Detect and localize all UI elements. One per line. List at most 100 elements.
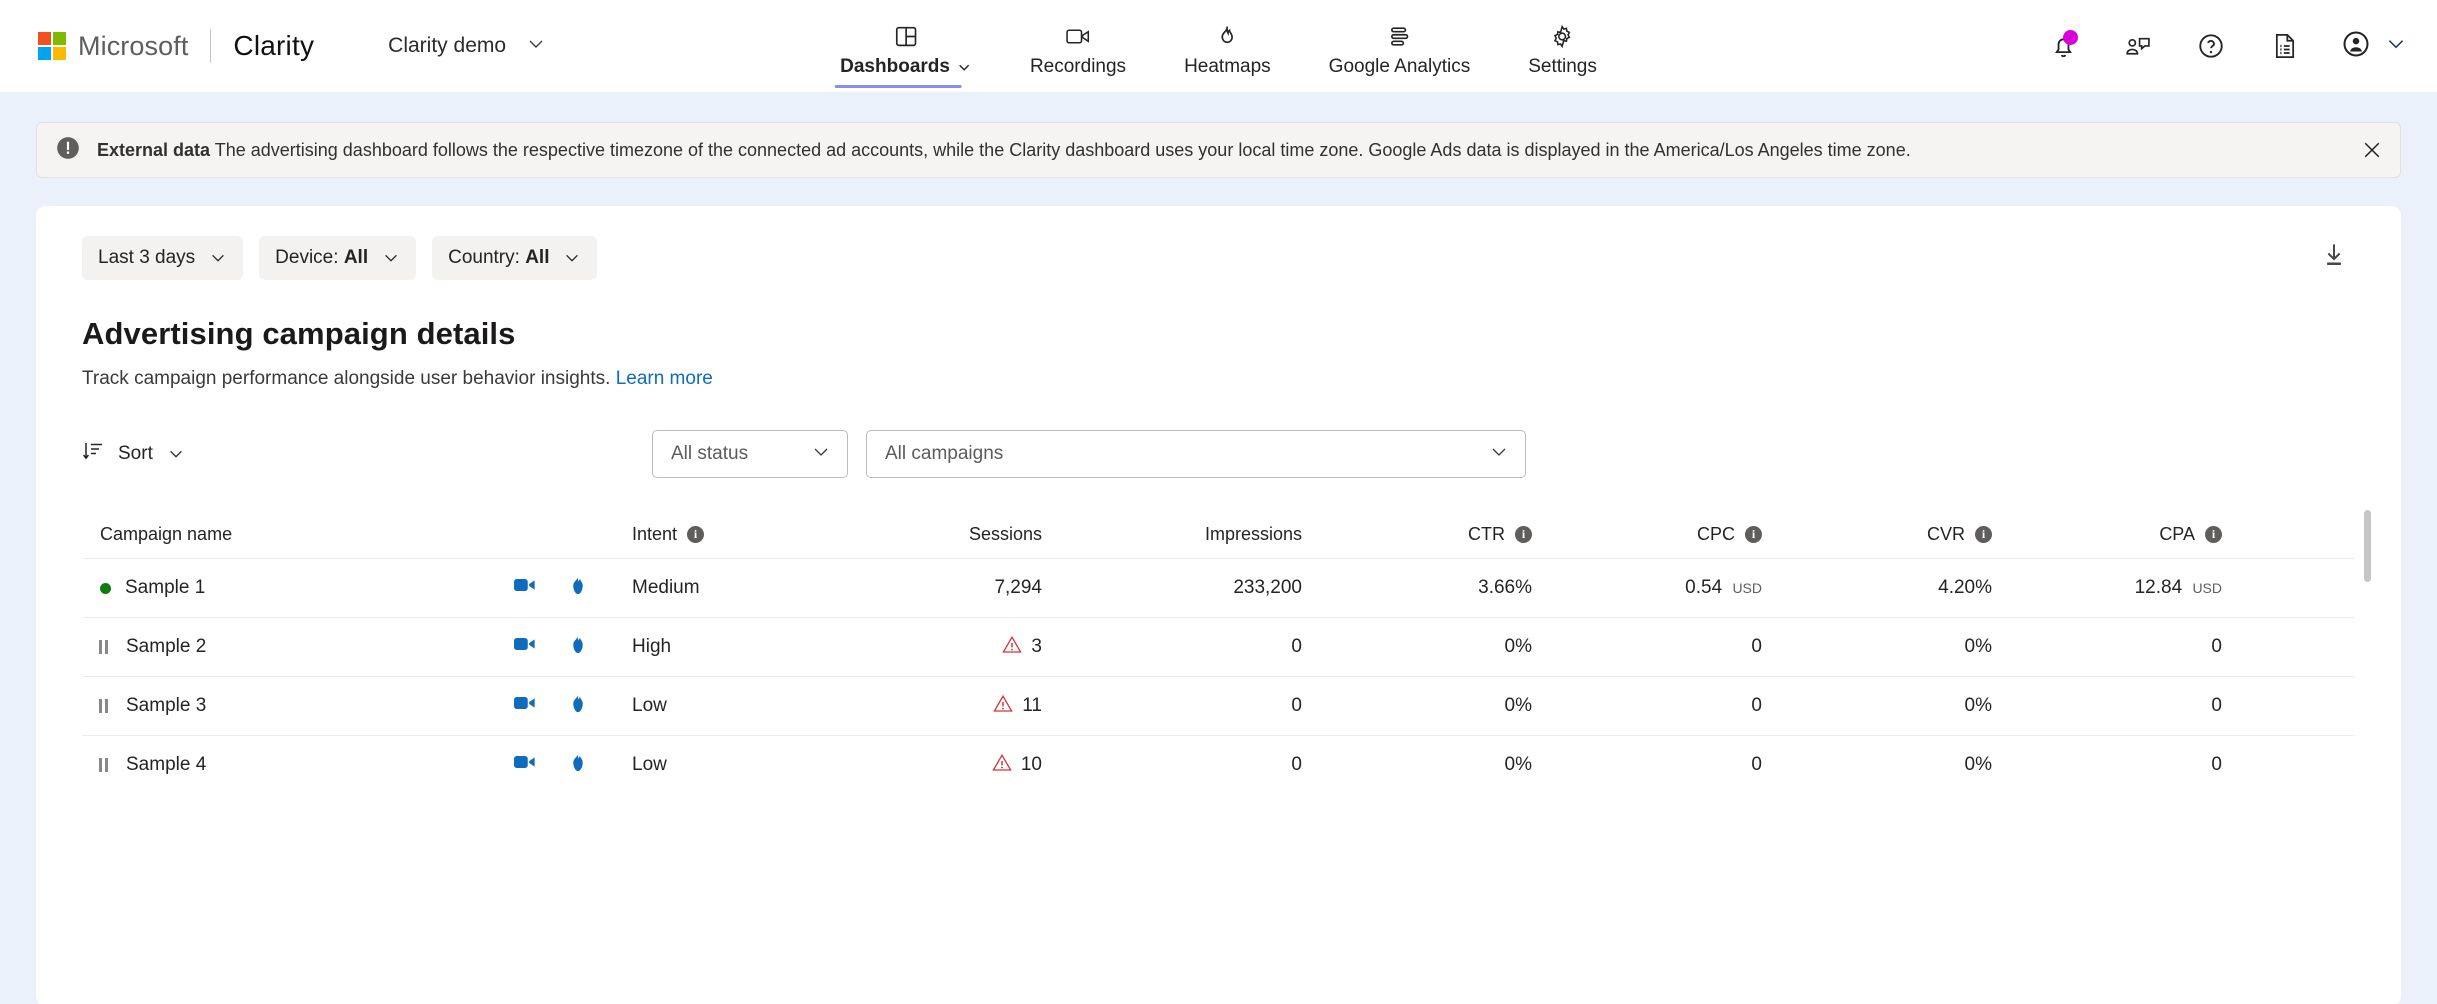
recording-icon[interactable] bbox=[512, 633, 538, 661]
nav-item-settings[interactable]: Settings bbox=[1522, 23, 1603, 88]
currency-unit: USD bbox=[1732, 580, 1762, 596]
table-row[interactable]: Sample 4Low1000%00%0 bbox=[82, 735, 2355, 794]
date-range-filter[interactable]: Last 3 days bbox=[82, 236, 243, 280]
info-icon[interactable]: i bbox=[687, 526, 704, 543]
notifications-button[interactable] bbox=[2045, 28, 2081, 64]
learn-more-link[interactable]: Learn more bbox=[616, 368, 713, 389]
status-select[interactable]: All status bbox=[652, 430, 848, 478]
heatmap-flame-icon[interactable] bbox=[568, 573, 588, 603]
reports-button[interactable] bbox=[2267, 28, 2303, 64]
nav-item-dashboards[interactable]: Dashboards bbox=[834, 23, 978, 88]
nav-item-recordings-label: Recordings bbox=[1030, 56, 1126, 78]
info-icon[interactable]: i bbox=[1975, 526, 1992, 543]
recording-icon[interactable] bbox=[512, 692, 538, 720]
cell-campaign-name: Sample 4 bbox=[82, 754, 512, 776]
campaign-name-label[interactable]: Sample 4 bbox=[126, 754, 206, 776]
table-toolbar: Sort All status All campaigns bbox=[82, 426, 2401, 482]
campaign-name-label[interactable]: Sample 3 bbox=[126, 695, 206, 717]
nav-item-recordings[interactable]: Recordings bbox=[1024, 23, 1132, 88]
cell-sessions: 11 bbox=[822, 694, 1042, 719]
nav-item-heatmaps[interactable]: Heatmaps bbox=[1178, 23, 1277, 88]
table-row[interactable]: Sample 2High300%00%0 bbox=[82, 617, 2355, 676]
info-icon[interactable]: i bbox=[2205, 526, 2222, 543]
column-header-ctr: CTR i bbox=[1302, 524, 1532, 545]
flame-icon bbox=[1216, 23, 1239, 49]
dashboard-icon bbox=[894, 23, 919, 49]
device-filter[interactable]: Device: All bbox=[259, 236, 416, 280]
campaign-name-label[interactable]: Sample 1 bbox=[125, 577, 205, 599]
sort-button-label: Sort bbox=[118, 443, 153, 465]
cell-sessions-value: 7,294 bbox=[994, 577, 1042, 598]
heatmap-flame-icon[interactable] bbox=[568, 632, 588, 662]
cell-ctr: 0% bbox=[1302, 754, 1532, 776]
top-bar-actions bbox=[2045, 28, 2407, 64]
notification-badge bbox=[2063, 30, 2078, 45]
cell-row-icons bbox=[512, 573, 632, 603]
heatmap-flame-icon[interactable] bbox=[568, 750, 588, 780]
banner-close-button[interactable] bbox=[2358, 136, 2386, 164]
heatmap-flame-icon[interactable] bbox=[568, 691, 588, 721]
column-header-cpa: CPA i bbox=[1992, 524, 2222, 545]
nav-item-google-analytics[interactable]: Google Analytics bbox=[1323, 23, 1477, 88]
help-button[interactable] bbox=[2193, 28, 2229, 64]
banner-text: External data The advertising dashboard … bbox=[97, 140, 1911, 161]
cell-impressions: 0 bbox=[1042, 636, 1302, 658]
info-icon[interactable]: i bbox=[1745, 526, 1762, 543]
chevron-down-icon bbox=[957, 60, 972, 75]
cell-campaign-name: Sample 1 bbox=[82, 577, 512, 599]
warning-triangle-icon[interactable] bbox=[1002, 635, 1022, 660]
cell-cpa: 0 bbox=[1992, 695, 2222, 717]
download-button[interactable] bbox=[2319, 240, 2349, 275]
table-row[interactable]: Sample 1Medium7,294233,2003.66%0.54 USD4… bbox=[82, 558, 2355, 617]
clarity-wordmark: Clarity bbox=[233, 30, 314, 62]
cell-row-icons bbox=[512, 750, 632, 780]
account-circle-icon bbox=[2341, 29, 2371, 64]
warning-triangle-icon[interactable] bbox=[992, 753, 1012, 778]
account-menu[interactable] bbox=[2341, 29, 2407, 64]
cell-sessions: 10 bbox=[822, 753, 1042, 778]
cell-sessions: 7,294 bbox=[822, 577, 1042, 599]
table-scrollbar[interactable] bbox=[2364, 510, 2371, 582]
cell-intent: Medium bbox=[632, 577, 822, 599]
cell-cvr: 0% bbox=[1762, 636, 1992, 658]
cell-ctr: 3.66% bbox=[1302, 577, 1532, 599]
cell-intent: High bbox=[632, 636, 822, 658]
column-header-cvr: CVR i bbox=[1762, 524, 1992, 545]
campaign-select[interactable]: All campaigns bbox=[866, 430, 1526, 478]
feedback-button[interactable] bbox=[2119, 28, 2155, 64]
recording-icon[interactable] bbox=[512, 751, 538, 779]
filter-bar: Last 3 days Device: All Country: All bbox=[36, 206, 2401, 280]
sort-button[interactable]: Sort bbox=[82, 440, 185, 468]
campaign-select-value: All campaigns bbox=[885, 443, 1003, 465]
sort-descending-icon bbox=[82, 440, 104, 468]
page-subtitle-text: Track campaign performance alongside use… bbox=[82, 368, 610, 389]
date-range-label: Last 3 days bbox=[98, 247, 195, 269]
cell-impressions: 233,200 bbox=[1042, 577, 1302, 599]
status-paused-icon bbox=[99, 758, 112, 772]
cell-sessions-value: 10 bbox=[1021, 754, 1042, 776]
nav-item-google-analytics-label: Google Analytics bbox=[1329, 56, 1471, 78]
project-selector[interactable]: Clarity demo bbox=[388, 34, 546, 59]
nav-item-dashboards-label: Dashboards bbox=[840, 56, 972, 78]
status-paused-icon bbox=[99, 640, 112, 654]
info-icon[interactable]: i bbox=[1515, 526, 1532, 543]
microsoft-wordmark: Microsoft bbox=[78, 31, 188, 62]
chevron-down-icon bbox=[563, 249, 581, 267]
cell-impressions: 0 bbox=[1042, 695, 1302, 717]
table-row[interactable]: Sample 3Low1100%00%0 bbox=[82, 676, 2355, 735]
cell-campaign-name: Sample 3 bbox=[82, 695, 512, 717]
cell-sessions: 3 bbox=[822, 635, 1042, 660]
cell-sessions-value: 3 bbox=[1031, 636, 1042, 658]
warning-triangle-icon[interactable] bbox=[993, 694, 1013, 719]
recording-icon[interactable] bbox=[512, 574, 538, 602]
country-filter[interactable]: Country: All bbox=[432, 236, 597, 280]
column-header-campaign-name: Campaign name bbox=[82, 524, 512, 545]
table-header-row: Campaign name Intent i Sessions Impressi… bbox=[82, 510, 2355, 558]
chevron-down-icon bbox=[382, 249, 400, 267]
cell-impressions: 0 bbox=[1042, 754, 1302, 776]
campaign-name-label[interactable]: Sample 2 bbox=[126, 636, 206, 658]
nav-item-heatmaps-label: Heatmaps bbox=[1184, 56, 1271, 78]
status-active-dot bbox=[100, 583, 111, 594]
cell-intent: Low bbox=[632, 754, 822, 776]
cell-cpc: 0.54 USD bbox=[1532, 577, 1762, 599]
